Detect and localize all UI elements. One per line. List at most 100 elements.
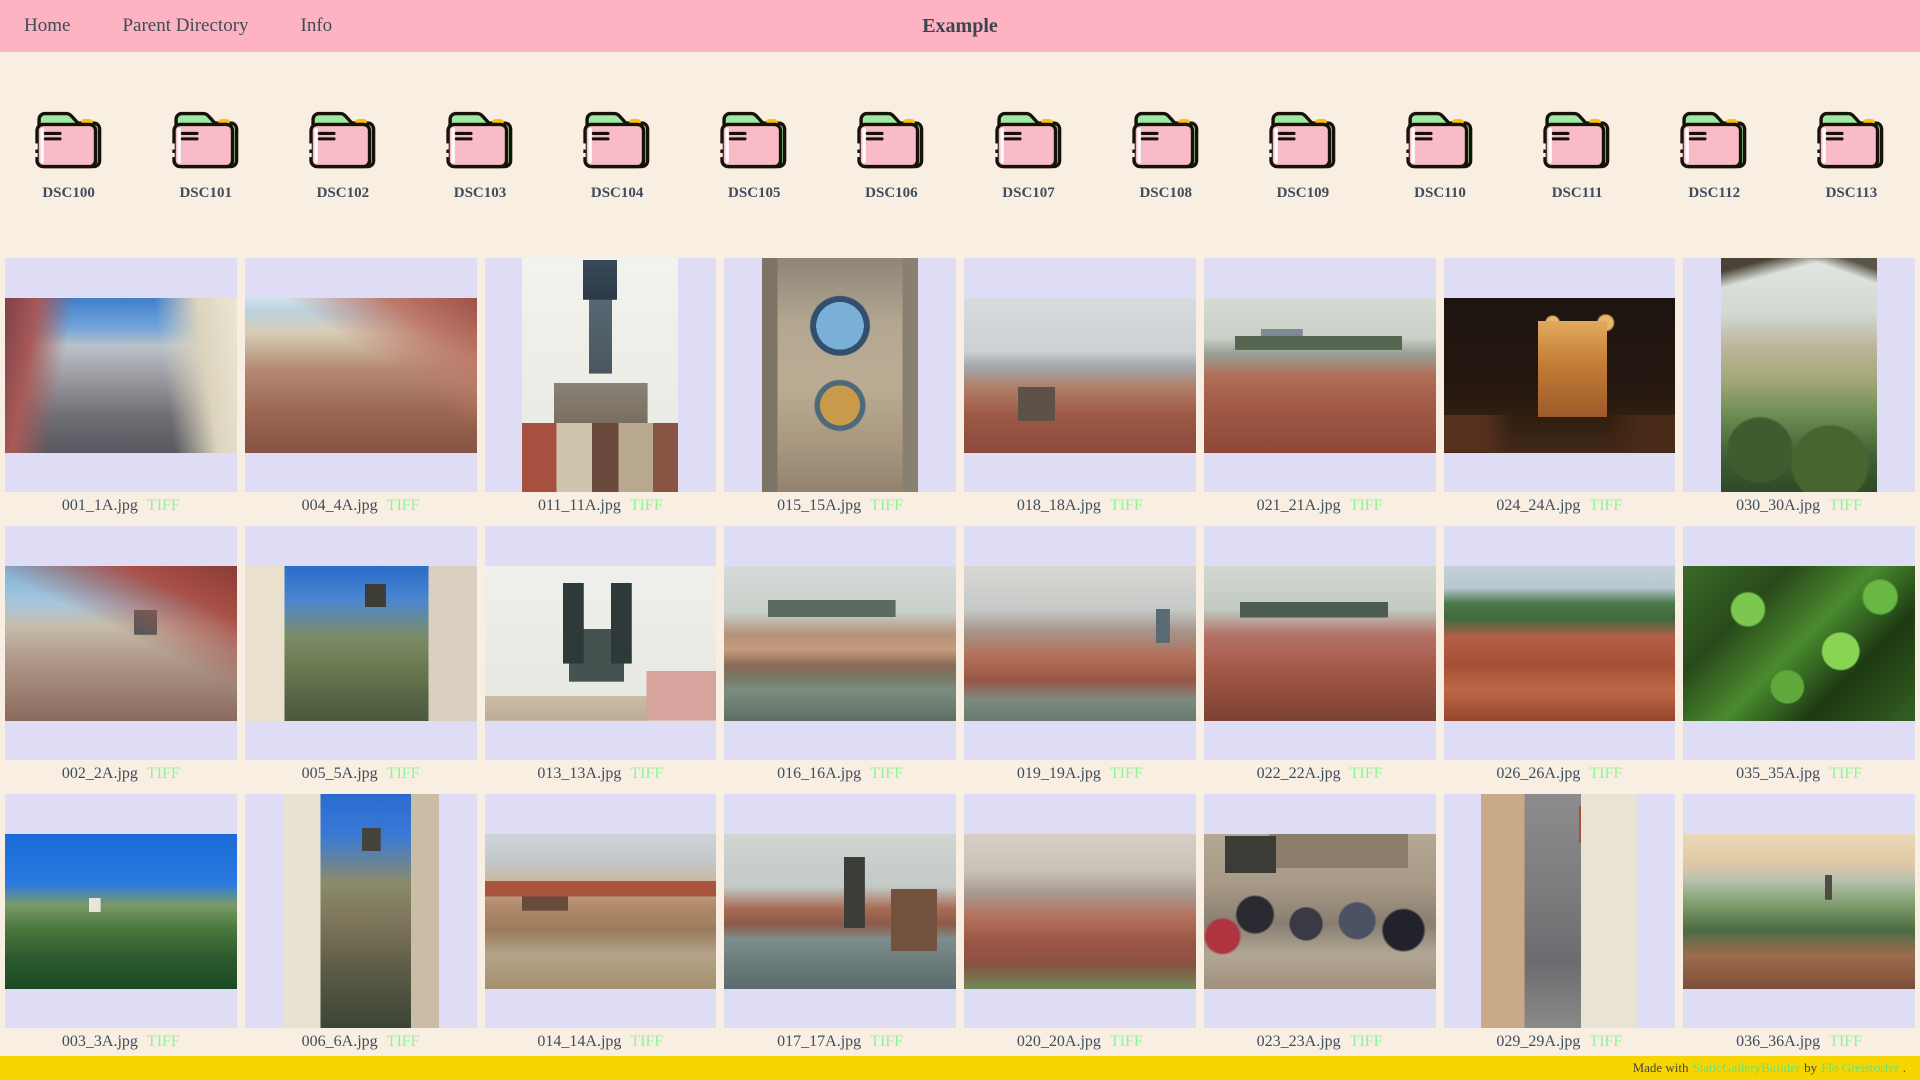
- photo-filename-link[interactable]: 015_15A.jpg: [777, 497, 861, 514]
- photo-image: [1481, 794, 1638, 1028]
- photo-filename-link[interactable]: 014_14A.jpg: [537, 1033, 621, 1050]
- photo-tiff-link[interactable]: TIFF: [1829, 497, 1862, 514]
- folder-item-dsc104[interactable]: DSC104: [549, 104, 686, 204]
- photo-filename-link[interactable]: 017_17A.jpg: [777, 1033, 861, 1050]
- photo-filename-link[interactable]: 022_22A.jpg: [1257, 765, 1341, 782]
- photo-tiff-link[interactable]: TIFF: [1589, 765, 1622, 782]
- folder-label: DSC111: [1551, 185, 1603, 201]
- photo-tiff-link[interactable]: TIFF: [870, 1033, 903, 1050]
- gallery-cell: 018_18A.jpg TIFF: [964, 258, 1196, 520]
- photo-thumbnail[interactable]: [1683, 258, 1915, 492]
- photo-thumbnail[interactable]: [5, 258, 237, 492]
- folder-item-dsc110[interactable]: DSC110: [1371, 104, 1508, 204]
- photo-filename-link[interactable]: 016_16A.jpg: [777, 765, 861, 782]
- photo-tiff-link[interactable]: TIFF: [387, 497, 420, 514]
- photo-filename-link[interactable]: 026_26A.jpg: [1496, 765, 1580, 782]
- photo-thumbnail[interactable]: [1443, 526, 1676, 760]
- folder-item-dsc106[interactable]: DSC106: [823, 104, 960, 204]
- gallery-cell: 002_2A.jpg TIFF: [5, 526, 237, 788]
- photo-filename-link[interactable]: 013_13A.jpg: [537, 765, 621, 782]
- photo-image: [964, 297, 1196, 453]
- folder-item-dsc100[interactable]: DSC100: [0, 104, 137, 204]
- photo-thumbnail[interactable]: [724, 258, 956, 492]
- photo-thumbnail[interactable]: [5, 526, 237, 760]
- photo-tiff-link[interactable]: TIFF: [1589, 497, 1622, 514]
- photo-thumbnail[interactable]: [1203, 794, 1436, 1028]
- photo-thumbnail[interactable]: [1443, 258, 1676, 492]
- photo-thumbnail[interactable]: [244, 258, 477, 492]
- photo-thumbnail[interactable]: [1683, 794, 1915, 1028]
- folder-item-dsc113[interactable]: DSC113: [1783, 104, 1920, 204]
- photo-tiff-link[interactable]: TIFF: [387, 1033, 420, 1050]
- photo-filename-link[interactable]: 006_6A.jpg: [302, 1033, 378, 1050]
- photo-tiff-link[interactable]: TIFF: [1110, 765, 1143, 782]
- photo-thumbnail[interactable]: [244, 526, 477, 760]
- nav-link-info[interactable]: Info: [301, 15, 333, 36]
- photo-thumbnail[interactable]: [1203, 258, 1436, 492]
- photo-tiff-link[interactable]: TIFF: [147, 1033, 180, 1050]
- photo-thumbnail[interactable]: [1443, 794, 1676, 1028]
- photo-tiff-link[interactable]: TIFF: [1110, 497, 1143, 514]
- footer-link-author[interactable]: Flo Greistorfer: [1821, 1060, 1899, 1076]
- photo-thumbnail[interactable]: [964, 258, 1196, 492]
- photo-filename-link[interactable]: 005_5A.jpg: [302, 765, 378, 782]
- photo-tiff-link[interactable]: TIFF: [1350, 497, 1383, 514]
- photo-filename-link[interactable]: 029_29A.jpg: [1496, 1033, 1580, 1050]
- photo-tiff-link[interactable]: TIFF: [870, 497, 903, 514]
- photo-filename-link[interactable]: 011_11A.jpg: [538, 497, 621, 514]
- folder-label: DSC105: [728, 185, 781, 201]
- photo-thumbnail[interactable]: [244, 794, 477, 1028]
- photo-thumbnail[interactable]: [964, 794, 1196, 1028]
- photo-tiff-link[interactable]: TIFF: [1589, 1033, 1622, 1050]
- photo-tiff-link[interactable]: TIFF: [630, 1033, 663, 1050]
- photo-thumbnail[interactable]: [1203, 526, 1436, 760]
- photo-filename-link[interactable]: 021_21A.jpg: [1257, 497, 1341, 514]
- photo-filename-link[interactable]: 030_30A.jpg: [1736, 497, 1820, 514]
- folder-item-dsc109[interactable]: DSC109: [1234, 104, 1371, 204]
- photo-tiff-link[interactable]: TIFF: [1110, 1033, 1143, 1050]
- photo-thumbnail[interactable]: [484, 258, 717, 492]
- photo-filename-link[interactable]: 035_35A.jpg: [1736, 765, 1820, 782]
- nav-link-home[interactable]: Home: [24, 15, 70, 36]
- photo-filename-link[interactable]: 004_4A.jpg: [302, 497, 378, 514]
- photo-tiff-link[interactable]: TIFF: [870, 765, 903, 782]
- gallery-cell: 001_1A.jpg TIFF: [5, 258, 237, 520]
- photo-filename-link[interactable]: 018_18A.jpg: [1017, 497, 1101, 514]
- photo-thumbnail[interactable]: [724, 794, 956, 1028]
- folder-item-dsc108[interactable]: DSC108: [1097, 104, 1234, 204]
- photo-thumbnail[interactable]: [484, 794, 717, 1028]
- photo-tiff-link[interactable]: TIFF: [387, 765, 420, 782]
- photo-filename-link[interactable]: 002_2A.jpg: [62, 765, 138, 782]
- folder-item-dsc107[interactable]: DSC107: [960, 104, 1097, 204]
- folder-item-dsc112[interactable]: DSC112: [1646, 104, 1783, 204]
- photo-tiff-link[interactable]: TIFF: [1350, 765, 1383, 782]
- photo-tiff-link[interactable]: TIFF: [147, 497, 180, 514]
- photo-thumbnail[interactable]: [5, 794, 237, 1028]
- photo-tiff-link[interactable]: TIFF: [147, 765, 180, 782]
- photo-tiff-link[interactable]: TIFF: [630, 497, 663, 514]
- photo-filename-link[interactable]: 001_1A.jpg: [62, 497, 138, 514]
- photo-thumbnail[interactable]: [724, 526, 956, 760]
- folder-item-dsc103[interactable]: DSC103: [411, 104, 548, 204]
- folder-item-dsc111[interactable]: DSC111: [1509, 104, 1646, 204]
- photo-thumbnail[interactable]: [484, 526, 717, 760]
- photo-caption: 021_21A.jpg TIFF: [1204, 492, 1436, 520]
- photo-tiff-link[interactable]: TIFF: [1829, 1033, 1862, 1050]
- folder-item-dsc102[interactable]: DSC102: [274, 104, 411, 204]
- nav-link-parent-directory[interactable]: Parent Directory: [122, 15, 248, 36]
- photo-filename-link[interactable]: 019_19A.jpg: [1017, 765, 1101, 782]
- photo-filename-link[interactable]: 023_23A.jpg: [1257, 1033, 1341, 1050]
- photo-filename-link[interactable]: 020_20A.jpg: [1017, 1033, 1101, 1050]
- main-nav: Home Parent Directory Info: [24, 15, 380, 37]
- folder-item-dsc101[interactable]: DSC101: [137, 104, 274, 204]
- photo-tiff-link[interactable]: TIFF: [1350, 1033, 1383, 1050]
- photo-filename-link[interactable]: 003_3A.jpg: [62, 1033, 138, 1050]
- photo-filename-link[interactable]: 024_24A.jpg: [1496, 497, 1580, 514]
- photo-filename-link[interactable]: 036_36A.jpg: [1736, 1033, 1820, 1050]
- photo-thumbnail[interactable]: [964, 526, 1196, 760]
- photo-tiff-link[interactable]: TIFF: [630, 765, 663, 782]
- folder-item-dsc105[interactable]: DSC105: [686, 104, 823, 204]
- photo-thumbnail[interactable]: [1683, 526, 1915, 760]
- photo-tiff-link[interactable]: TIFF: [1829, 765, 1862, 782]
- footer-link-static-gallery-builder[interactable]: StaticGalleryBuilder: [1693, 1060, 1801, 1076]
